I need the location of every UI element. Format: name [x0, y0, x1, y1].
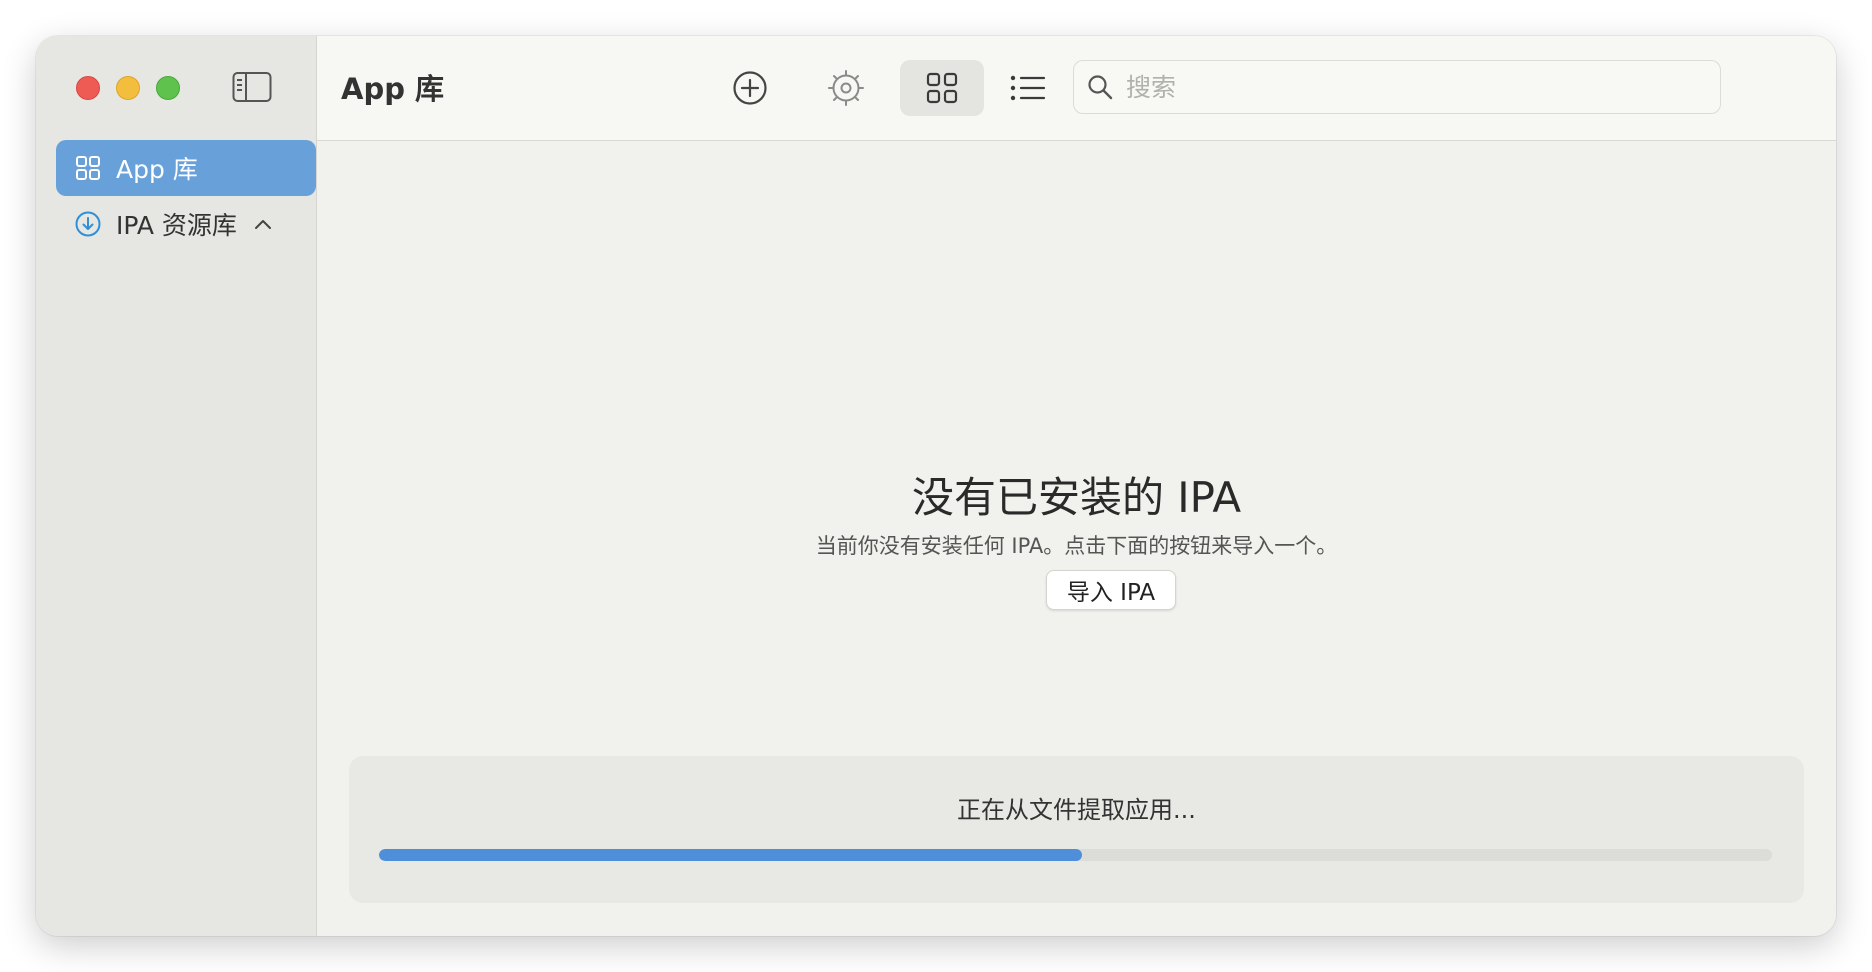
- sidebar-item-label: IPA 资源库: [116, 211, 237, 240]
- chevron-up-icon[interactable]: [253, 214, 273, 234]
- app-window: App 库 IPA 资源库 App 库 搜索 没有已安装的 IPA 当前你没有安…: [36, 36, 1836, 936]
- grid-icon: [74, 154, 102, 182]
- page-title: App 库: [341, 72, 445, 106]
- list-view-icon: [1010, 75, 1046, 101]
- progress-bar-fill: [379, 849, 1083, 861]
- toolbar: App 库: [317, 36, 1836, 141]
- search-field[interactable]: [1073, 60, 1721, 114]
- empty-state-subtitle: 当前你没有安装任何 IPA。点击下面的按钮来导入一个。: [815, 534, 1338, 558]
- sidebar-toggle-button[interactable]: [232, 71, 272, 103]
- progress-label: 正在从文件提取应用...: [957, 796, 1196, 824]
- sidebar-item-app-library[interactable]: App 库: [56, 140, 316, 196]
- minimize-window-button[interactable]: [116, 76, 140, 100]
- settings-button[interactable]: [804, 60, 888, 116]
- add-button[interactable]: [708, 60, 792, 116]
- sidebar-toggle-icon: [232, 72, 272, 102]
- grid-view-icon: [926, 72, 958, 104]
- sidebar: App 库 IPA 资源库: [36, 36, 317, 936]
- import-ipa-button[interactable]: 导入 IPA: [1046, 570, 1176, 610]
- sidebar-item-label: App 库: [116, 155, 198, 184]
- grid-view-button[interactable]: [900, 60, 984, 116]
- main-content: App 库 搜索 没有已安装的 IPA 当前你没有安装任何 IPA。点击下面的按…: [317, 36, 1836, 936]
- sidebar-item-ipa-library[interactable]: IPA 资源库: [56, 196, 316, 252]
- plus-circle-icon: [733, 71, 767, 105]
- download-circle-icon: [74, 210, 102, 238]
- gear-icon: [828, 70, 864, 106]
- progress-bar: [379, 849, 1772, 861]
- search-icon: [1088, 75, 1113, 100]
- zoom-window-button[interactable]: [156, 76, 180, 100]
- search-input[interactable]: [1124, 71, 1708, 103]
- progress-panel: 正在从文件提取应用...: [349, 756, 1804, 903]
- empty-state-title: 没有已安装的 IPA: [911, 473, 1242, 522]
- close-window-button[interactable]: [76, 76, 100, 100]
- list-view-button[interactable]: [986, 60, 1070, 116]
